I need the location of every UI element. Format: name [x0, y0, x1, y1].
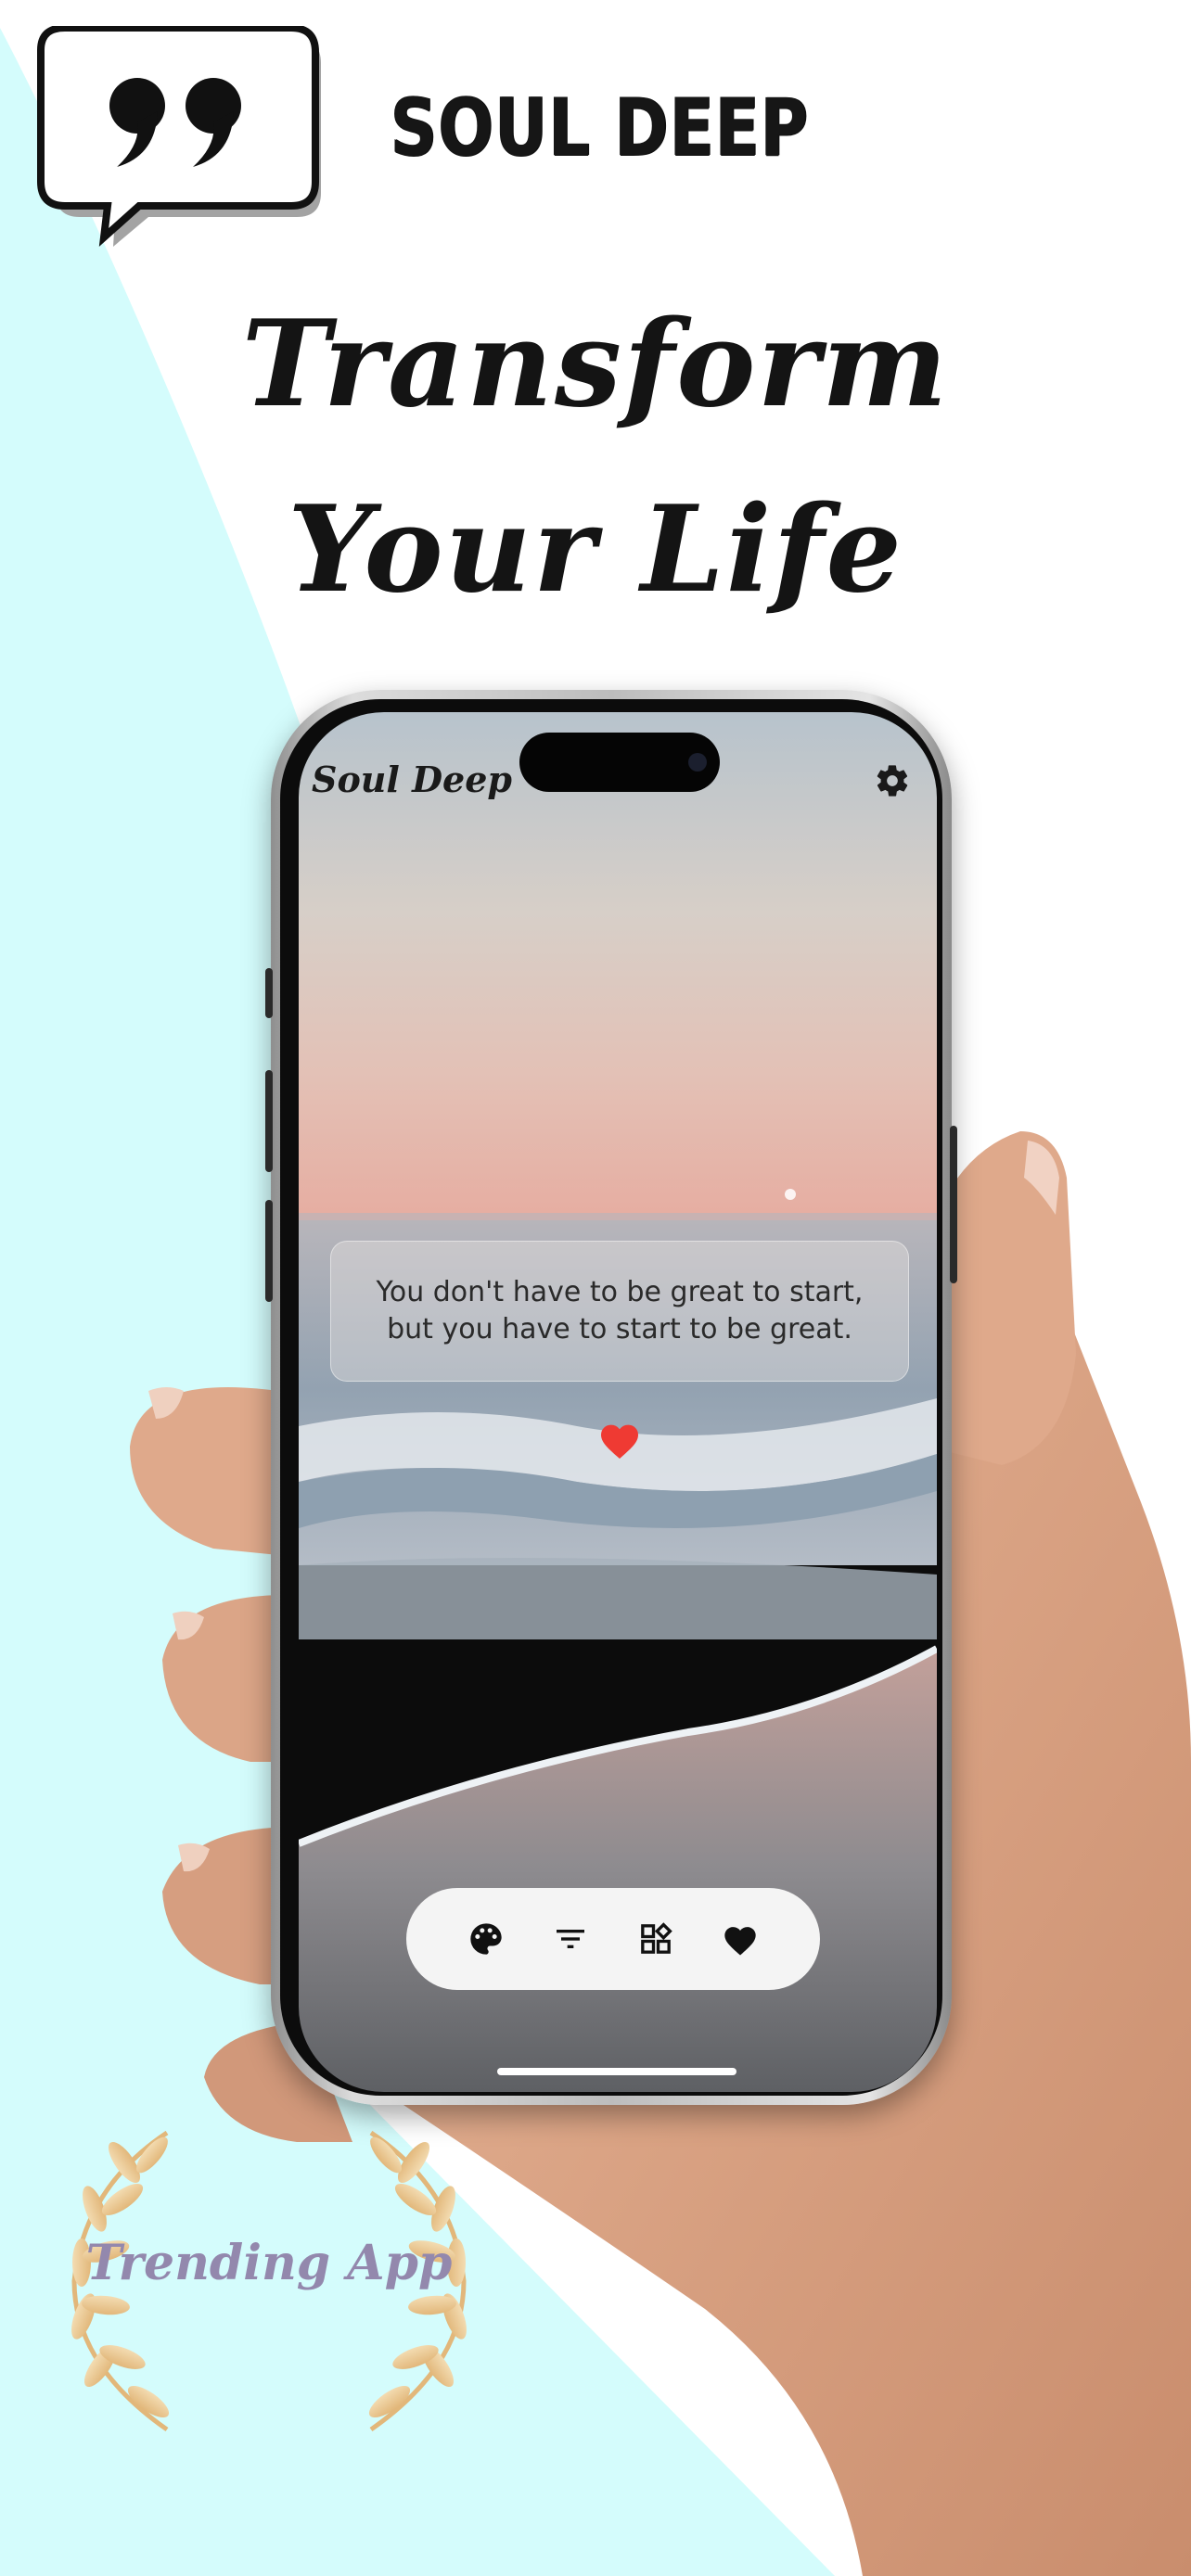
favorites-button[interactable] — [719, 1918, 762, 1960]
filter-icon — [557, 1930, 585, 1948]
quote-card[interactable]: You don't have to be great to start, but… — [330, 1241, 909, 1382]
trending-badge-text: Trending App — [85, 2235, 453, 2291]
headline-line-2: Your Life — [288, 480, 903, 619]
front-camera — [688, 753, 707, 772]
quote-line-1: You don't have to be great to start, — [376, 1276, 864, 1308]
bottom-toolbar — [406, 1888, 820, 1990]
brand-name: SOUL DEEP — [390, 82, 809, 174]
beach-background — [299, 712, 937, 2092]
quote-text: You don't have to be great to start, but… — [377, 1274, 864, 1348]
heart-icon[interactable] — [597, 1419, 642, 1460]
phone-volume-down — [265, 1200, 273, 1302]
phone-volume-up — [265, 1070, 273, 1172]
quote-line-2: but you have to start to be great. — [387, 1313, 852, 1345]
app-screen: Soul Deep You don't have to be great to … — [299, 712, 937, 2092]
phone-side-button — [265, 968, 273, 1018]
gear-icon[interactable] — [874, 762, 911, 799]
home-indicator — [497, 2068, 736, 2075]
filter-button[interactable] — [549, 1918, 592, 1960]
palette-icon — [470, 1923, 502, 1955]
phone-power-button — [950, 1126, 957, 1283]
categories-button[interactable] — [634, 1918, 677, 1960]
app-title: Soul Deep — [312, 759, 512, 800]
quote-bubble-icon — [37, 26, 321, 248]
dynamic-island — [519, 733, 720, 792]
favorites-heart-icon — [724, 1927, 756, 1956]
headline-line-1: Transform — [241, 295, 950, 434]
categories-icon — [640, 1922, 672, 1954]
phone-mockup: Soul Deep You don't have to be great to … — [265, 690, 957, 2105]
palette-button[interactable] — [465, 1918, 507, 1960]
